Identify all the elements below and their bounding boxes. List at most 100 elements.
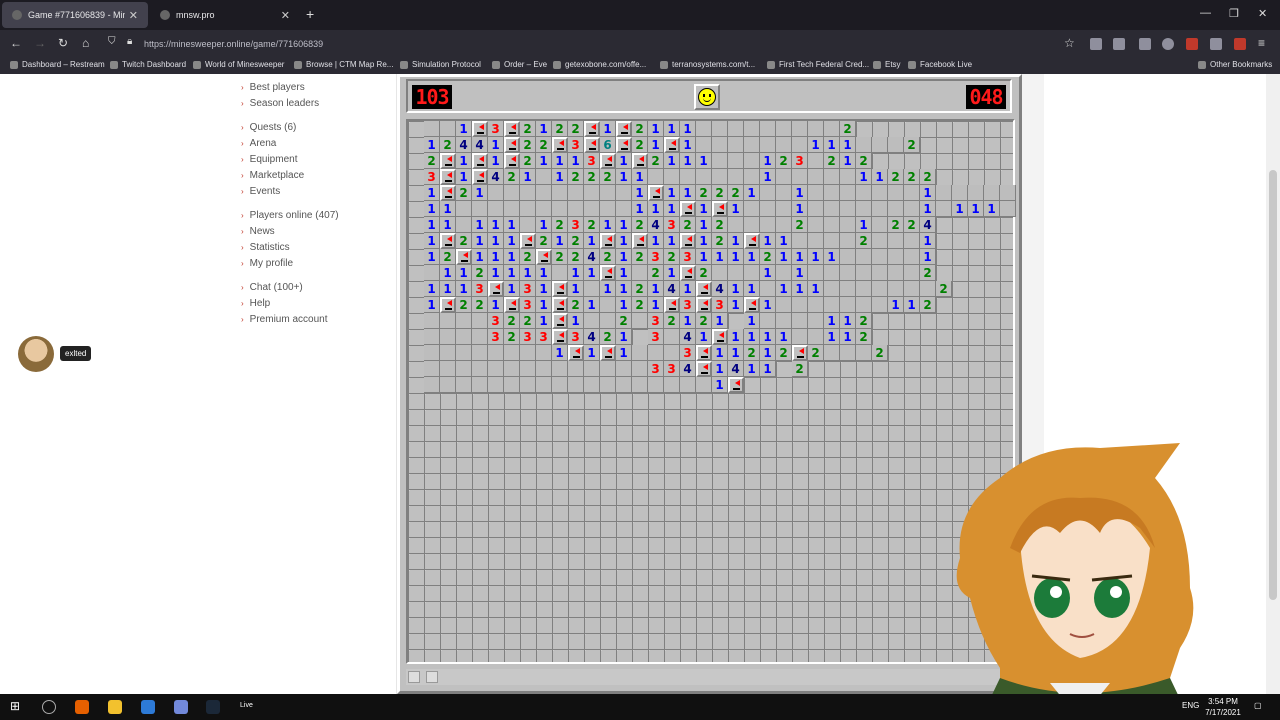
flag-icon[interactable]	[616, 121, 632, 137]
board-cell-open[interactable]	[792, 121, 808, 137]
board-cell-open[interactable]	[776, 217, 792, 233]
board-cell-open[interactable]	[648, 377, 664, 393]
board-cell-number[interactable]: 4	[648, 217, 664, 233]
board-cell-number[interactable]: 1	[728, 281, 744, 297]
board-cell-open[interactable]	[840, 217, 856, 233]
board-cell-number[interactable]: 2	[536, 233, 552, 249]
board-cell-number[interactable]: 1	[424, 233, 440, 249]
flag-icon[interactable]	[728, 377, 744, 393]
flag-icon[interactable]	[536, 249, 552, 265]
board-cell-number[interactable]: 4	[680, 329, 696, 345]
board-cell-open[interactable]	[504, 201, 520, 217]
board-cell-open[interactable]	[872, 297, 888, 313]
board-cell-number[interactable]: 2	[696, 185, 712, 201]
board-cell-open[interactable]	[456, 361, 472, 377]
board-cell-number[interactable]: 2	[696, 265, 712, 281]
board-cell-number[interactable]: 1	[632, 185, 648, 201]
board-cell-open[interactable]	[728, 121, 744, 137]
board-cell-open[interactable]	[840, 249, 856, 265]
board-cell-open[interactable]	[488, 345, 504, 361]
board-cell-number[interactable]: 2	[856, 233, 872, 249]
board-cell-open[interactable]	[536, 201, 552, 217]
board-cell-number[interactable]: 2	[920, 297, 936, 313]
board-cell-number[interactable]: 3	[648, 313, 664, 329]
board-cell-open[interactable]	[664, 169, 680, 185]
flag-icon[interactable]	[648, 185, 664, 201]
board-cell-number[interactable]: 1	[840, 329, 856, 345]
board-cell-open[interactable]	[792, 297, 808, 313]
board-cell-open[interactable]	[808, 297, 824, 313]
board-cell-number[interactable]: 1	[872, 169, 888, 185]
board-cell-open[interactable]	[488, 185, 504, 201]
board-cell-number[interactable]: 1	[472, 249, 488, 265]
board-cell-number[interactable]: 1	[440, 217, 456, 233]
board-cell-number[interactable]: 3	[648, 329, 664, 345]
flag-icon[interactable]	[680, 233, 696, 249]
board-cell-open[interactable]	[728, 153, 744, 169]
board-cell-number[interactable]: 1	[744, 361, 760, 377]
board-cell-number[interactable]: 1	[792, 185, 808, 201]
board-cell-number[interactable]: 1	[776, 233, 792, 249]
board-cell-open[interactable]	[584, 185, 600, 201]
board-cell-number[interactable]: 1	[680, 185, 696, 201]
board-cell-open[interactable]	[760, 185, 776, 201]
board-cell-number[interactable]: 1	[776, 281, 792, 297]
board-cell-number[interactable]: 2	[568, 121, 584, 137]
menu-item[interactable]: › Premium account	[241, 314, 327, 325]
board-cell-open[interactable]	[760, 121, 776, 137]
board-cell-number[interactable]: 1	[600, 121, 616, 137]
board-cell-number[interactable]: 3	[648, 249, 664, 265]
extension-icon[interactable]	[1234, 38, 1246, 50]
board-cell-number[interactable]: 1	[856, 217, 872, 233]
board-cell-open[interactable]	[728, 169, 744, 185]
board-cell-open[interactable]	[776, 313, 792, 329]
board-cell-number[interactable]: 3	[488, 313, 504, 329]
replay-icon[interactable]	[408, 671, 420, 683]
board-cell-open[interactable]	[744, 153, 760, 169]
board-cell-number[interactable]: 1	[568, 313, 584, 329]
board-cell-open[interactable]	[584, 281, 600, 297]
system-clock[interactable]: 3:54 PM 7/17/2021	[1200, 696, 1246, 718]
board-cell-number[interactable]: 1	[760, 265, 776, 281]
board-cell-number[interactable]: 2	[728, 185, 744, 201]
board-cell-open[interactable]	[488, 377, 504, 393]
board-cell-number[interactable]: 1	[648, 281, 664, 297]
board-cell-open[interactable]	[888, 233, 904, 249]
flag-icon[interactable]	[600, 233, 616, 249]
board-cell-number[interactable]: 1	[536, 153, 552, 169]
board-cell-open[interactable]	[840, 201, 856, 217]
board-cell-open[interactable]	[888, 249, 904, 265]
bookmark-item[interactable]: Facebook Live	[908, 60, 972, 69]
board-cell-number[interactable]: 2	[536, 137, 552, 153]
board-cell-number[interactable]: 1	[584, 233, 600, 249]
board-cell-number[interactable]: 1	[792, 201, 808, 217]
board-cell-open[interactable]	[664, 377, 680, 393]
flag-icon[interactable]	[472, 121, 488, 137]
bookmark-item[interactable]: Simulation Protocol	[400, 60, 481, 69]
board-cell-open[interactable]	[856, 249, 872, 265]
board-cell-number[interactable]: 3	[472, 281, 488, 297]
flag-icon[interactable]	[696, 281, 712, 297]
board-cell-number[interactable]: 2	[776, 345, 792, 361]
board-cell-number[interactable]: 2	[904, 137, 920, 153]
bookmark-item[interactable]: First Tech Federal Cred...	[767, 60, 869, 69]
board-cell-open[interactable]	[520, 345, 536, 361]
board-cell-number[interactable]: 1	[712, 313, 728, 329]
board-cell-open[interactable]	[808, 217, 824, 233]
board-cell-open[interactable]	[600, 361, 616, 377]
board-cell-number[interactable]: 1	[568, 265, 584, 281]
flag-icon[interactable]	[600, 265, 616, 281]
board-cell-open[interactable]	[824, 169, 840, 185]
board-cell-number[interactable]: 1	[920, 249, 936, 265]
board-cell-number[interactable]: 1	[712, 361, 728, 377]
board-cell-number[interactable]: 1	[616, 345, 632, 361]
board-cell-open[interactable]	[456, 201, 472, 217]
board-cell-number[interactable]: 1	[472, 217, 488, 233]
board-cell-number[interactable]: 1	[536, 217, 552, 233]
board-cell-number[interactable]: 1	[840, 153, 856, 169]
board-cell-number[interactable]: 1	[744, 329, 760, 345]
board-cell-open[interactable]	[472, 329, 488, 345]
board-cell-open[interactable]	[872, 265, 888, 281]
flag-icon[interactable]	[552, 297, 568, 313]
firefox-icon[interactable]	[75, 700, 89, 714]
